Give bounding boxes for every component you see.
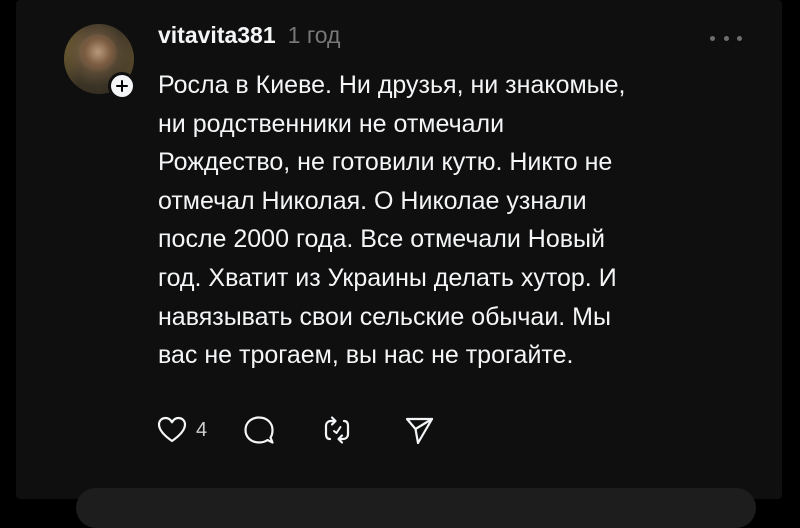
more-options-button[interactable] bbox=[710, 30, 742, 46]
reply-composer-bar[interactable] bbox=[76, 488, 756, 528]
post-text: Росла в Киеве. Ни друзья, ни знакомые, н… bbox=[158, 71, 626, 370]
avatar-container[interactable] bbox=[64, 24, 136, 100]
plus-icon bbox=[116, 80, 128, 92]
like-button[interactable]: 4 bbox=[156, 414, 207, 446]
post-time: 1 год bbox=[287, 22, 341, 48]
share-button[interactable] bbox=[403, 414, 435, 446]
more-horizontal-icon bbox=[723, 35, 729, 41]
post-header: vitavita381 1 год bbox=[158, 22, 340, 56]
username[interactable]: vitavita381 bbox=[158, 22, 276, 49]
comment-bubble-icon bbox=[244, 416, 274, 444]
follow-button[interactable] bbox=[108, 72, 136, 100]
repost-icon bbox=[325, 416, 350, 444]
repost-button[interactable] bbox=[321, 414, 353, 446]
reply-button[interactable] bbox=[243, 414, 275, 446]
more-horizontal-icon bbox=[737, 35, 742, 41]
thread-post: vitavita381 1 год Росла в Киеве. Ни друз… bbox=[16, 0, 782, 528]
more-horizontal-icon bbox=[710, 35, 715, 41]
heart-icon bbox=[157, 416, 187, 443]
send-icon bbox=[406, 417, 434, 445]
post-actions: 4 bbox=[156, 410, 435, 450]
like-count: 4 bbox=[196, 418, 208, 441]
